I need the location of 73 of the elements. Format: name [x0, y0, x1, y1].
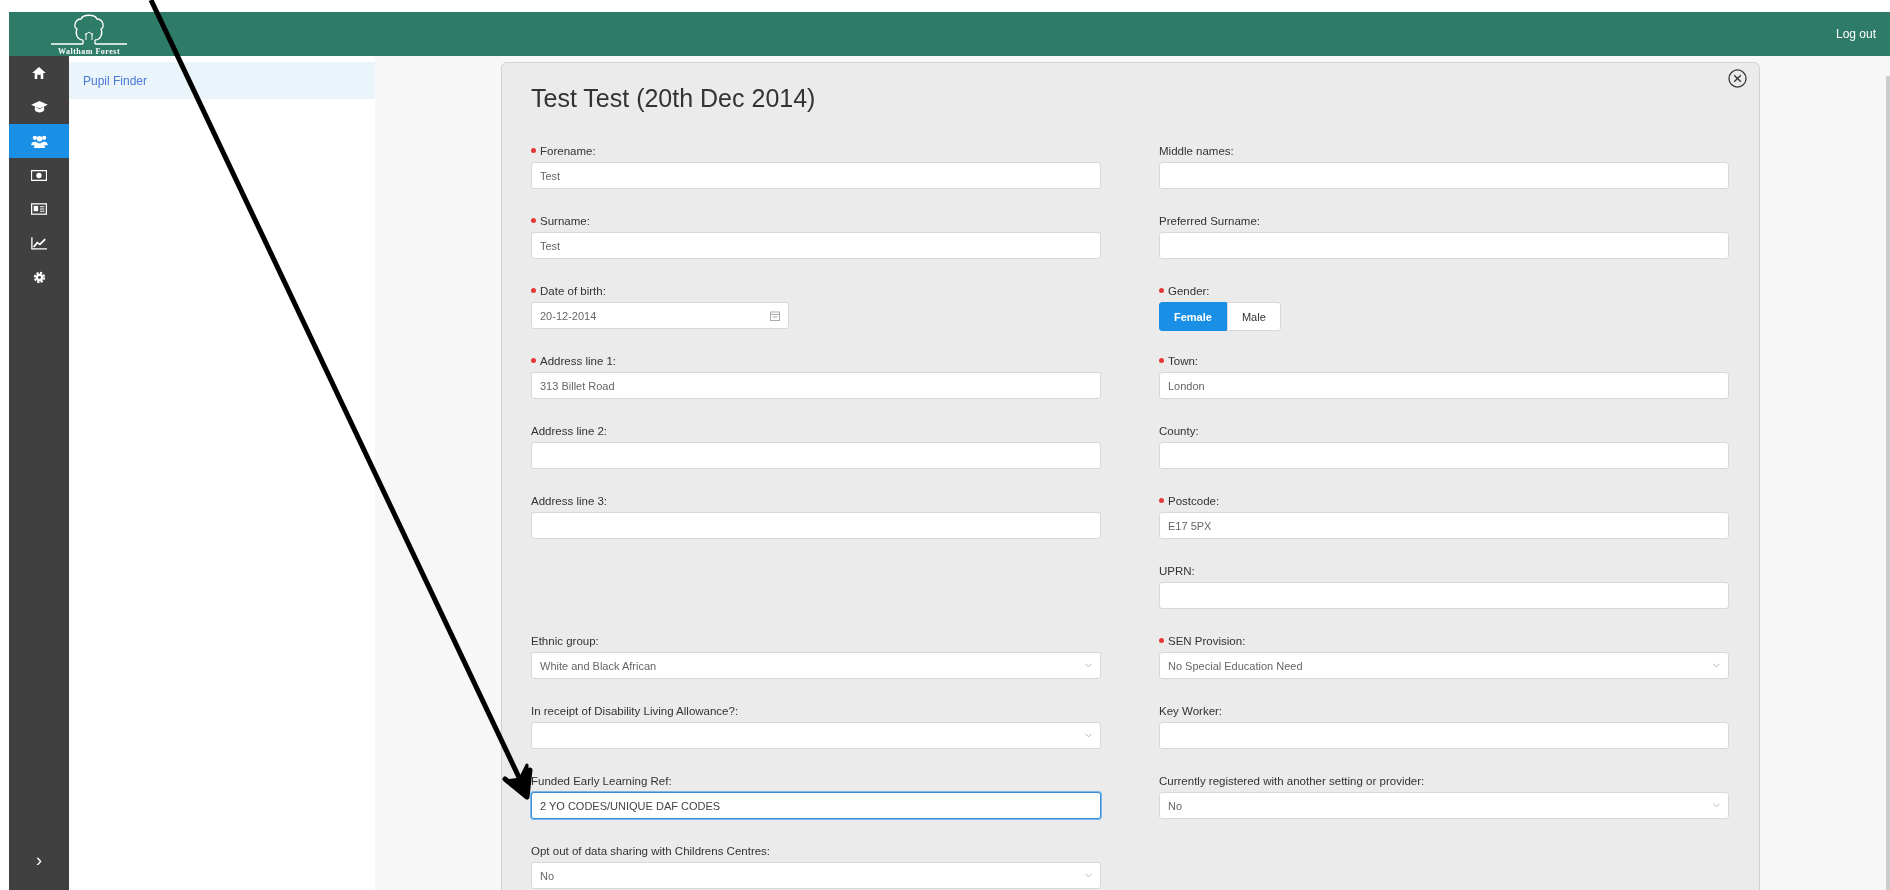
field-value: 313 Billet Road [540, 379, 615, 392]
chevron-down-icon [1713, 663, 1720, 668]
input-field[interactable] [531, 442, 1101, 469]
field-label: Forename: [531, 145, 596, 157]
field-value: 2 YO CODES/UNIQUE DAF CODES [540, 799, 721, 812]
field-label: Currently registered with another setting or provider: [1159, 775, 1425, 787]
home-icon [32, 67, 46, 79]
field-value: No [540, 869, 555, 882]
chevron-down-icon [1085, 733, 1092, 738]
field-label: UPRN: [1159, 565, 1195, 577]
field-value: No [1168, 799, 1183, 812]
field-label: Date of birth: [531, 285, 606, 297]
logo-text: Waltham Forest [57, 46, 121, 56]
banknote-icon [31, 169, 47, 181]
field-label: County: [1159, 425, 1199, 437]
field-value: Test [540, 239, 561, 252]
dropdown-field[interactable]: No [531, 862, 1101, 889]
input-field[interactable] [1159, 582, 1729, 609]
field-label: Gender: [1159, 285, 1210, 297]
field-label: Town: [1159, 355, 1199, 367]
chevron-down-icon [1085, 663, 1092, 668]
graduation-cap-icon [30, 100, 48, 114]
field-value: White and Black African [540, 659, 657, 672]
input-field[interactable] [531, 512, 1101, 539]
dropdown-field[interactable]: White and Black African [531, 652, 1101, 679]
field-label: Opt out of data sharing with Childrens Centres: [531, 845, 771, 857]
field-value: Test [540, 169, 561, 182]
field-label: In receipt of Disability Living Allowance?: [531, 705, 739, 717]
input-field[interactable]: 313 Billet Road [531, 372, 1101, 399]
field-label: SEN Provision: [1159, 635, 1246, 647]
users-icon [30, 134, 48, 148]
input-field[interactable]: London [1159, 372, 1729, 399]
dropdown-field[interactable] [531, 722, 1101, 749]
input-field[interactable]: E17 5PX [1159, 512, 1729, 539]
dialog-title: Test Test (20th Dec 2014) [531, 84, 816, 113]
field-label: Preferred Surname: [1159, 215, 1260, 227]
field-label: Middle names: [1159, 145, 1234, 157]
chevron-down-icon [1713, 803, 1720, 808]
id-card-icon [31, 203, 47, 215]
gender-option[interactable]: Female [1159, 302, 1227, 331]
gender-option[interactable]: Male [1226, 302, 1281, 331]
field-label: Surname: [531, 215, 590, 227]
field-label: Ethnic group: [531, 635, 599, 647]
field-value: London [1168, 379, 1205, 392]
scrollbar[interactable] [1886, 76, 1890, 890]
field-label: Key Worker: [1159, 705, 1223, 717]
input-field[interactable] [1159, 442, 1729, 469]
calendar-icon [770, 310, 780, 321]
dropdown-field[interactable]: No Special Education Need [1159, 652, 1729, 679]
logout-link[interactable]: Log out [1835, 27, 1876, 41]
field-value: No Special Education Need [1168, 659, 1303, 672]
field-label: Address line 2: [531, 425, 608, 437]
settings-icon [32, 270, 46, 284]
field-label: Funded Early Learning Ref: [531, 775, 672, 787]
field-label: Address line 3: [531, 495, 608, 507]
field-label: Address line 1: [531, 355, 617, 367]
chevron-down-icon [1085, 873, 1092, 878]
field-value: 20-12-2014 [540, 309, 597, 322]
tree-logo-icon [49, 12, 129, 47]
input-field[interactable]: Test [531, 162, 1101, 189]
input-field[interactable]: 2 YO CODES/UNIQUE DAF CODES [531, 792, 1101, 819]
input-field[interactable] [1159, 162, 1729, 189]
input-field[interactable]: Test [531, 232, 1101, 259]
expand-sidebar-button[interactable]: › [9, 840, 69, 880]
field-value: E17 5PX [1168, 519, 1212, 532]
input-field[interactable] [1159, 722, 1729, 749]
close-icon[interactable] [1728, 69, 1747, 88]
date-field[interactable]: 20-12-2014 [531, 302, 789, 329]
submenu-item[interactable]: Pupil Finder [69, 62, 375, 99]
line-chart-icon [31, 236, 47, 250]
input-field[interactable] [1159, 232, 1729, 259]
dropdown-field[interactable]: No [1159, 792, 1729, 819]
field-label: Postcode: [1159, 495, 1220, 507]
